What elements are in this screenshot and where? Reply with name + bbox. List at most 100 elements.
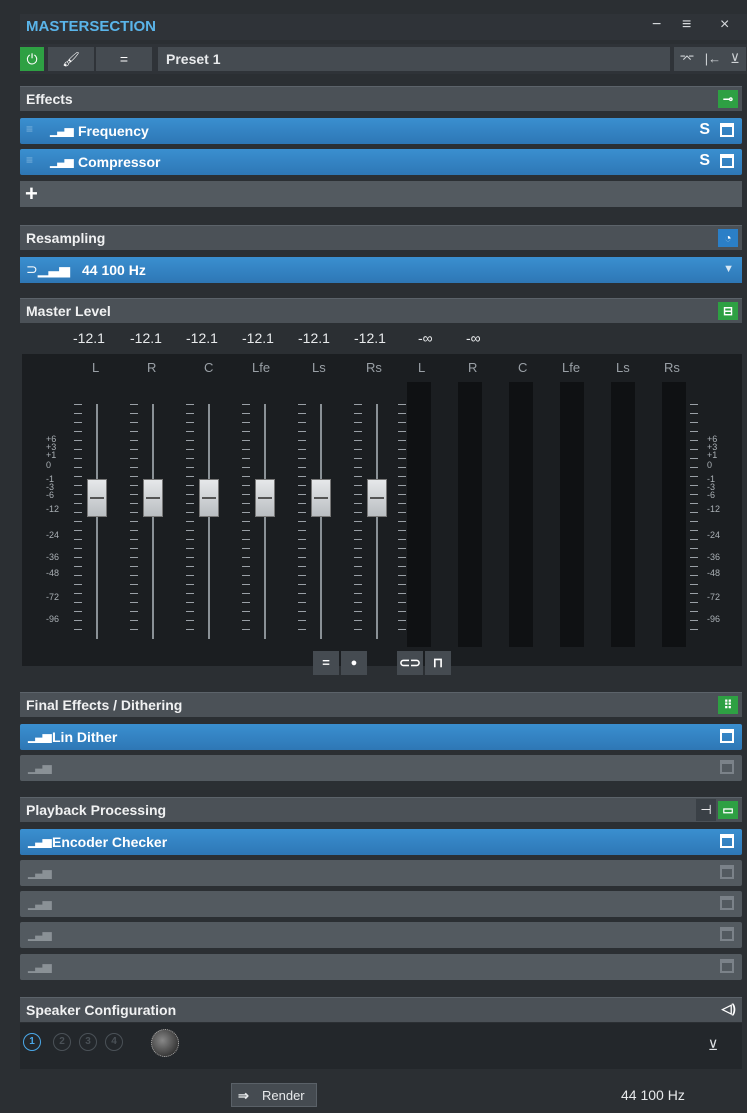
tick-mark [242, 584, 250, 585]
master-level-icon[interactable]: ⊟ [718, 302, 738, 320]
bypass-icon[interactable] [720, 760, 734, 774]
speaker-config-2[interactable]: 2 [53, 1033, 71, 1051]
effects-bypass-icon[interactable]: ⊸ [718, 90, 738, 108]
tick-mark [186, 467, 194, 468]
effect-slot-frequency[interactable]: ≡ ▁▃▅ Frequency S [20, 118, 742, 144]
final-effects-icon[interactable]: ⠿ [718, 696, 738, 714]
peak-readout-C[interactable]: -12.1 [186, 330, 218, 346]
fader-handle[interactable] [311, 479, 331, 517]
speaker-knob[interactable] [151, 1029, 179, 1057]
bypass-icon[interactable] [720, 865, 734, 879]
tick-mark [186, 413, 194, 414]
final-effects-header[interactable]: Final Effects / Dithering ⠿ [20, 692, 742, 717]
peak-readout-R[interactable]: -12.1 [130, 330, 162, 346]
link-faders-button[interactable]: ⊂⊃ [397, 651, 423, 675]
effect-slot-compressor[interactable]: ≡ ▁▃▅ Compressor S [20, 149, 742, 175]
bypass-icon[interactable] [720, 834, 734, 848]
tick-mark [74, 404, 82, 405]
resampling-select[interactable]: ⊃▁▃▅ 44 100 Hz ▼ [20, 257, 742, 283]
speaker-icon[interactable]: ◁) [722, 1001, 736, 1017]
scale-label: -36 [46, 552, 60, 562]
lock-button[interactable]: ⊓ [425, 651, 451, 675]
peak-readout-Ls[interactable]: -12.1 [298, 330, 330, 346]
drag-handle-icon[interactable]: ≡ [26, 153, 33, 167]
tick-mark [398, 413, 406, 414]
peak-readout-Lfe[interactable]: -12.1 [242, 330, 274, 346]
store-preset-button[interactable]: ⌤ [674, 47, 700, 71]
playback-slot-3[interactable]: ▁▃▅ [20, 891, 742, 917]
playback-slot-5[interactable]: ▁▃▅ [20, 954, 742, 980]
master-level-header[interactable]: Master Level ⊟ [20, 298, 742, 323]
tick-mark [242, 404, 250, 405]
drop-button[interactable]: ● [341, 651, 367, 675]
peak-readout-Rs[interactable]: -12.1 [354, 330, 386, 346]
bypass-icon[interactable] [720, 896, 734, 910]
tick-mark [186, 449, 194, 450]
minimize-icon[interactable]: − [652, 16, 661, 34]
fader-handle[interactable] [367, 479, 387, 517]
power-button[interactable]: ⏻ [20, 47, 44, 71]
tick-mark [690, 575, 698, 576]
playback-slot-4[interactable]: ▁▃▅ [20, 922, 742, 948]
reset-faders-button[interactable]: = [313, 651, 339, 675]
tick-mark [186, 602, 194, 603]
reset-button[interactable]: |← [700, 47, 726, 71]
tick-mark [130, 449, 138, 450]
render-button[interactable]: ⇒ Render [231, 1083, 317, 1107]
playback-monitor-icon[interactable]: ▭ [718, 801, 738, 819]
bypass-icon[interactable] [720, 154, 734, 168]
scale-label: -24 [707, 530, 721, 540]
footer-bar: ⇒ Render 44 100 Hz [20, 1073, 742, 1113]
playback-slot-2[interactable]: ▁▃▅ [20, 860, 742, 886]
apply-button[interactable]: ⊻ [724, 47, 746, 71]
final-effect-slot-2[interactable]: ▁▃▅ [20, 755, 742, 781]
add-effect-slot[interactable]: + [20, 181, 742, 207]
drag-handle-icon[interactable]: ≡ [26, 122, 33, 136]
bypass-icon[interactable] [720, 123, 734, 137]
effects-header[interactable]: Effects ⊸ [20, 86, 742, 111]
apply-speaker-icon[interactable]: ⊻ [708, 1037, 718, 1054]
solo-icon[interactable]: S [699, 121, 710, 139]
final-effect-slot-1[interactable]: ▁▃▅ Lin Dither [20, 724, 742, 750]
bypass-icon[interactable] [720, 959, 734, 973]
chevron-down-icon[interactable]: ▼ [723, 263, 734, 275]
fader-handle[interactable] [199, 479, 219, 517]
playback-slot-1[interactable]: ▁▃▅ Encoder Checker [20, 829, 742, 855]
channel-label: R [468, 360, 478, 375]
panel-menu-icon[interactable]: ≡ [682, 16, 691, 34]
tick-mark [690, 512, 698, 513]
peak-readout-8[interactable]: -∞ [466, 330, 481, 346]
brush-button[interactable]: 🖌 [48, 47, 94, 71]
tick-mark [298, 476, 306, 477]
playback-processing-header[interactable]: Playback Processing ⊣ ▭ [20, 797, 742, 822]
preset-value: Preset 1 [166, 51, 221, 67]
list-button[interactable]: = [96, 47, 152, 71]
bypass-icon[interactable] [720, 927, 734, 941]
peak-readout-7[interactable]: -∞ [418, 330, 433, 346]
playback-export-icon[interactable]: ⊣ [696, 799, 716, 821]
close-icon[interactable]: × [720, 16, 729, 34]
resampling-header[interactable]: Resampling ◔ [20, 225, 742, 250]
peak-readout-L[interactable]: -12.1 [73, 330, 105, 346]
fader-handle[interactable] [87, 479, 107, 517]
fader-track [264, 404, 266, 639]
meter-icon: ▁▃▅ [28, 834, 52, 848]
fader-handle[interactable] [255, 479, 275, 517]
tick-mark [186, 476, 194, 477]
speaker-config-header[interactable]: Speaker Configuration ◁) [20, 997, 742, 1022]
speaker-config-1[interactable]: 1 [23, 1033, 41, 1051]
resampling-icon[interactable]: ◔ [718, 229, 738, 247]
tick-mark [242, 629, 250, 630]
speaker-config-4[interactable]: 4 [105, 1033, 123, 1051]
preset-selector[interactable]: Preset 1 [158, 47, 670, 71]
scale-label: +1 [46, 450, 57, 460]
apply-icon: ⊻ [730, 51, 740, 66]
bypass-icon[interactable] [720, 729, 734, 743]
tick-mark [74, 503, 82, 504]
solo-icon[interactable]: S [699, 152, 710, 170]
speaker-config-3[interactable]: 3 [79, 1033, 97, 1051]
tick-mark [186, 620, 194, 621]
fader-handle[interactable] [143, 479, 163, 517]
tick-mark [354, 530, 362, 531]
tick-mark [398, 557, 406, 558]
